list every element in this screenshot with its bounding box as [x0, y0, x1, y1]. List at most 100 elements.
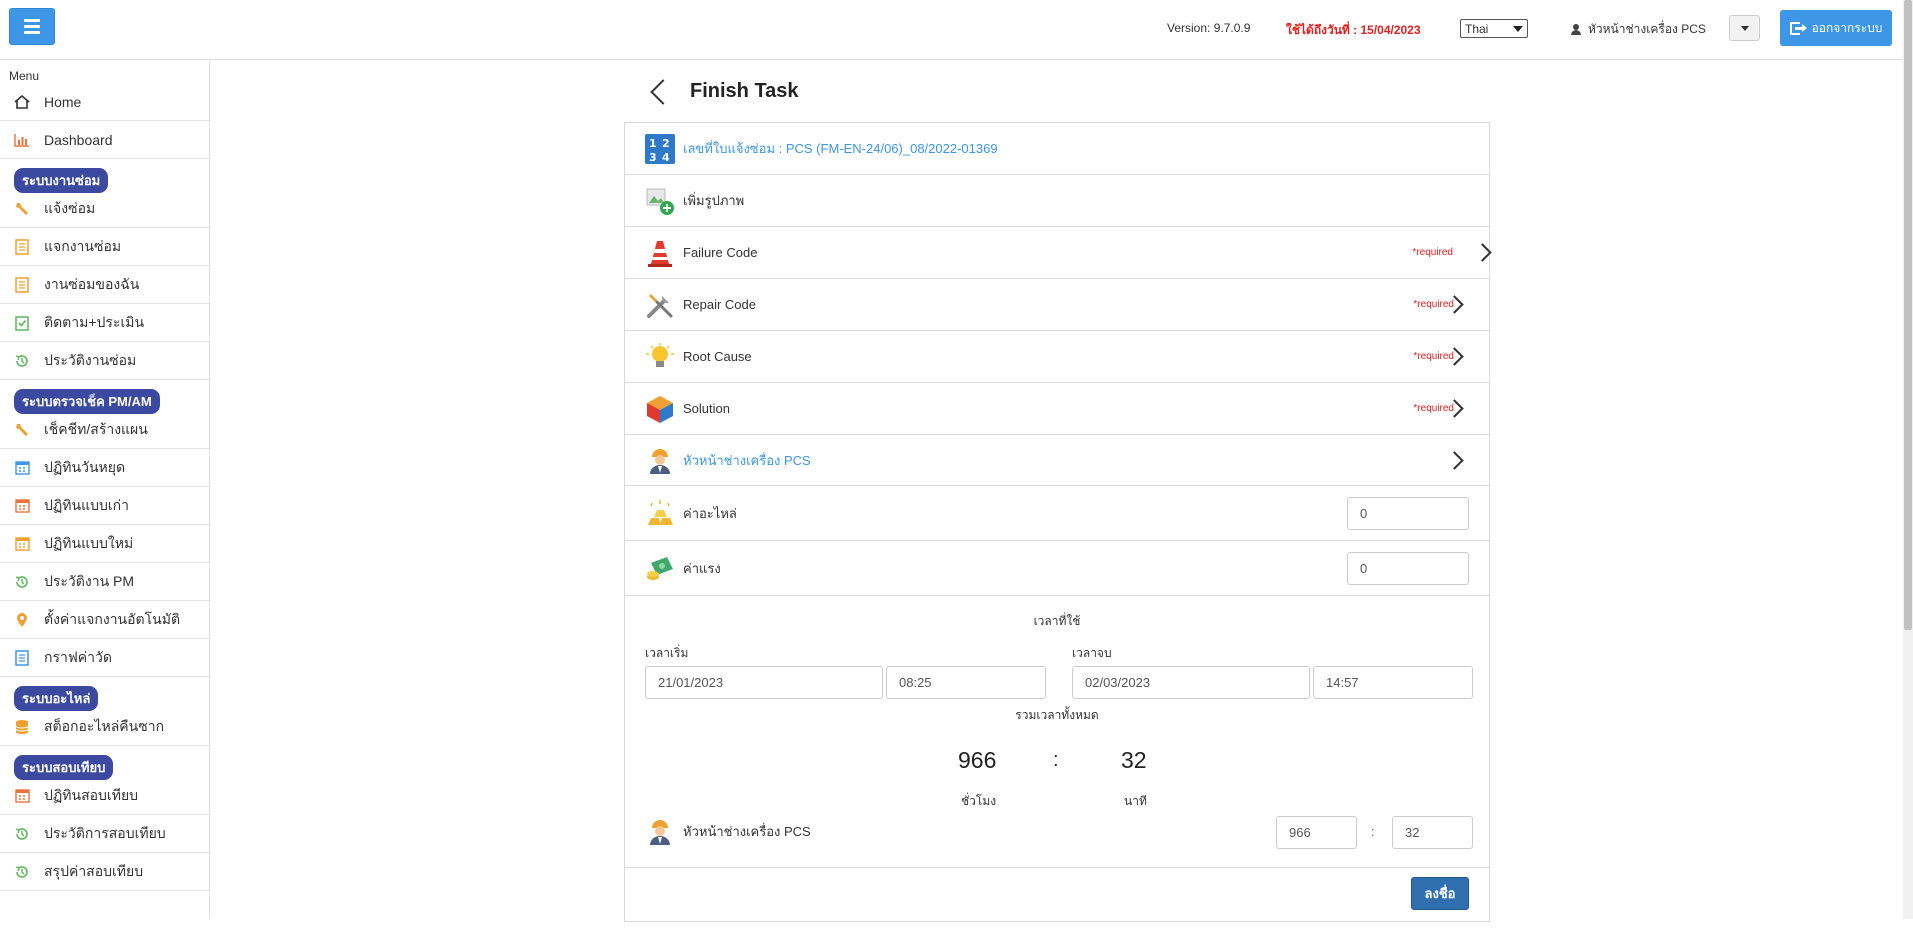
sidebar-item-label: ประวัติงานซ่อม — [44, 351, 137, 368]
start-date-input[interactable]: 21/01/2023 — [645, 666, 883, 699]
svg-text:1: 1 — [649, 137, 657, 150]
tools-icon — [645, 290, 675, 320]
scrollbar-thumb[interactable] — [1904, 0, 1912, 630]
sidebar-item-label: Dashboard — [44, 131, 113, 148]
time-used-section: เวลาที่ใช้ เวลาเริ่ม เวลาจบ 21/01/2023 0… — [625, 596, 1489, 868]
technician-time-row: หัวหน้าช่างเครื่อง PCS — [645, 816, 811, 846]
sign-out-icon — [1789, 21, 1807, 35]
end-date-input[interactable]: 02/03/2023 — [1072, 666, 1310, 699]
failure-code-row[interactable]: Failure Code *required — [625, 227, 1492, 279]
parts-cost-input[interactable]: 0 — [1347, 496, 1469, 530]
root-cause-row[interactable]: Root Cause *required — [625, 331, 1489, 383]
total-hours: 966 — [958, 747, 997, 773]
sidebar-item-holiday-calendar[interactable]: ปฏิทินวันหยุด — [0, 449, 209, 487]
caret-down-icon — [1740, 25, 1749, 31]
menu-toggle-button[interactable] — [9, 8, 55, 45]
sidebar-item-label: ปฏิทินสอบเทียบ — [44, 786, 139, 803]
sidebar-item-checksheet[interactable]: เช็คชีท/สร้างแผน — [0, 411, 209, 449]
technician-minutes-input[interactable]: 32 — [1392, 816, 1473, 849]
home-icon — [13, 94, 31, 110]
menu-title: Menu — [9, 69, 40, 83]
start-time-input[interactable]: 08:25 — [886, 666, 1046, 699]
worker-avatar-icon — [645, 816, 675, 846]
technician-time-name: หัวหน้าช่างเครื่อง PCS — [683, 823, 811, 839]
page-title: Finish Task — [690, 80, 799, 102]
labor-cost-input[interactable]: 0 — [1347, 551, 1469, 585]
wrench-icon — [13, 422, 31, 438]
start-time-label: เวลาเริ่ม — [645, 646, 689, 660]
add-image-icon — [645, 186, 675, 216]
sidebar-item-request-repair[interactable]: แจ้งซ่อม — [0, 190, 209, 228]
sidebar-item-calibration-calendar[interactable]: ปฏิทินสอบเทียบ — [0, 777, 209, 815]
sidebar-item-old-calendar[interactable]: ปฏิทินแบบเก่า — [0, 487, 209, 525]
sidebar-item-label: สต็อกอะไหล่คืนซาก — [44, 717, 165, 734]
sidebar-item-label: งานซ่อมของฉัน — [44, 275, 140, 292]
chevron-right-icon — [1473, 243, 1492, 262]
repair-code-label: Repair Code — [683, 297, 756, 312]
sidebar-item-auto-assign-settings[interactable]: ตั้งค่าแจกงานอัตโนมัติ — [0, 601, 209, 639]
sidebar-item-label: เช็คชีท/สร้างแผน — [44, 420, 148, 437]
sidebar-item-repair-history[interactable]: ประวัติงานซ่อม — [0, 342, 209, 380]
calendar-icon — [13, 498, 31, 514]
language-select[interactable]: Thai — [1460, 19, 1528, 38]
light-bulb-icon — [645, 342, 675, 372]
sidebar-item-label: ประวัติการสอบเทียบ — [44, 824, 166, 841]
database-icon — [13, 719, 31, 735]
sidebar-item-home[interactable]: Home — [0, 83, 209, 121]
add-image-row[interactable]: เพิ่มรูปภาพ — [625, 175, 1489, 227]
sidebar-item-label: แจ้งซ่อม — [44, 199, 96, 216]
svg-text:3: 3 — [649, 151, 657, 164]
sidebar-item-new-calendar[interactable]: ปฏิทินแบบใหม่ — [0, 525, 209, 563]
sidebar-item-label: แจกงานซ่อม — [44, 237, 122, 254]
end-time-label: เวลาจบ — [1072, 646, 1112, 660]
back-chevron-icon[interactable] — [650, 78, 676, 105]
sidebar-item-measurement-graph[interactable]: กราฟค่าวัด — [0, 639, 209, 677]
add-image-label: เพิ่มรูปภาพ — [683, 193, 745, 208]
end-time-input[interactable]: 14:57 — [1313, 666, 1473, 699]
calendar-icon — [13, 536, 31, 552]
sidebar-item-track-evaluate[interactable]: ติดตาม+ประเมิน — [0, 304, 209, 342]
logout-label: ออกจากระบบ — [1811, 20, 1883, 35]
root-cause-label: Root Cause — [683, 349, 752, 364]
sidebar-item-assign-repair[interactable]: แจกงานซ่อม — [0, 228, 209, 266]
document-icon — [13, 276, 31, 293]
sidebar-item-label: ปฏิทินแบบใหม่ — [44, 534, 134, 551]
logout-button[interactable]: ออกจากระบบ — [1780, 10, 1892, 46]
time-separator: : — [1053, 749, 1059, 771]
traffic-cone-icon — [645, 238, 675, 268]
page-scrollbar[interactable] — [1903, 0, 1913, 919]
technician-name: หัวหน้าช่างเครื่อง PCS — [683, 452, 811, 468]
repair-code-row[interactable]: Repair Code *required — [625, 279, 1489, 331]
sidebar: Menu Home Dashboard ระบบงานซ่อม แจ้งซ่อม… — [0, 61, 210, 919]
section-title-repair: ระบบงานซ่อม — [14, 168, 109, 193]
parts-cost-label: ค่าอะไหล่ — [683, 505, 737, 521]
sidebar-item-my-repairs[interactable]: งานซ่อมของฉัน — [0, 266, 209, 304]
section-title-spare-parts: ระบบอะไหล่ — [14, 686, 99, 711]
sidebar-item-calibration-summary[interactable]: สรุปค่าสอบเทียบ — [0, 853, 209, 891]
chevron-down-icon — [1513, 25, 1523, 32]
sign-submit-button[interactable]: ลงชื่อ — [1411, 877, 1469, 910]
language-value: Thai — [1465, 21, 1489, 36]
ticket-number-row: 1 2 3 4 เลขที่ใบแจ้งซ่อม : PCS (FM-EN-24… — [625, 123, 1489, 175]
history-icon — [13, 864, 31, 880]
worker-avatar-icon — [645, 445, 675, 475]
total-minutes: 32 — [1121, 747, 1147, 773]
sidebar-item-pm-history[interactable]: ประวัติงาน PM — [0, 563, 209, 601]
sidebar-item-label: ปฏิทินแบบเก่า — [44, 496, 130, 513]
sidebar-item-dashboard[interactable]: Dashboard — [0, 121, 209, 159]
sidebar-item-returned-parts-stock[interactable]: สต็อกอะไหล่คืนซาก — [0, 708, 209, 746]
number-grid-icon: 1 2 3 4 — [645, 133, 675, 164]
sidebar-item-label: ติดตาม+ประเมิน — [44, 313, 145, 330]
solution-row[interactable]: Solution *required — [625, 383, 1489, 435]
technician-row[interactable]: หัวหน้าช่างเครื่อง PCS — [625, 435, 1489, 486]
user-dropdown-button[interactable] — [1729, 15, 1760, 41]
current-user-name: หัวหน้าช่างเครื่อง PCS — [1588, 22, 1706, 36]
history-icon — [13, 574, 31, 590]
svg-text:2: 2 — [662, 137, 670, 150]
total-time-label: รวมเวลาทั้งหมด — [1015, 708, 1099, 722]
failure-code-required: *required — [1412, 247, 1453, 258]
sidebar-item-calibration-history[interactable]: ประวัติการสอบเทียบ — [0, 815, 209, 853]
form-footer: ลงชื่อ — [625, 868, 1489, 928]
finish-task-form: 1 2 3 4 เลขที่ใบแจ้งซ่อม : PCS (FM-EN-24… — [624, 122, 1492, 922]
technician-hours-input[interactable]: 966 — [1276, 816, 1357, 849]
